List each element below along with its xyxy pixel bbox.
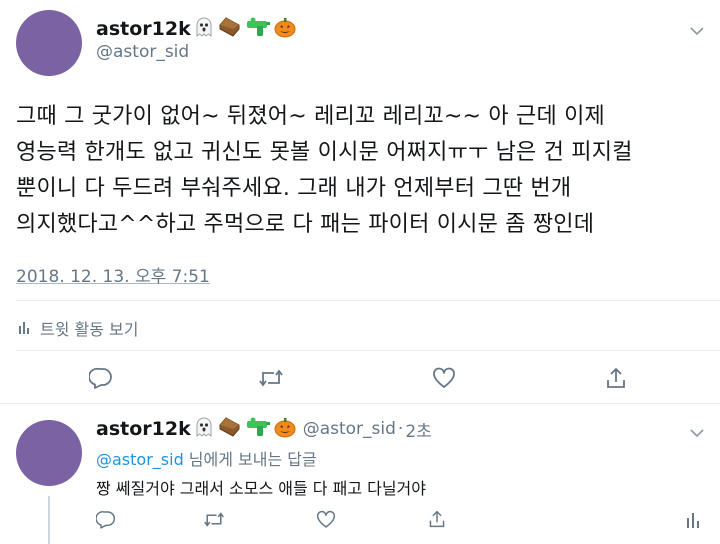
pumpkin-icon <box>273 16 297 42</box>
bar-chart-icon[interactable] <box>686 512 700 532</box>
reply-display-name: astor12k <box>96 418 191 440</box>
share-icon[interactable] <box>428 509 446 533</box>
ghost-icon <box>193 16 215 42</box>
activity-label: 트윗 활동 보기 <box>40 320 139 339</box>
coffin-icon <box>217 16 243 42</box>
ghost-icon <box>193 416 215 442</box>
reply-avatar[interactable] <box>16 420 82 486</box>
main-display-name: astor12k <box>96 18 191 40</box>
divider <box>0 403 720 404</box>
main-avatar[interactable] <box>16 10 82 76</box>
main-tweet-text: 그때 그 굿가이 없어~ 뒤졌어~ 레리꼬 레리꼬~~ 아 근데 이제 영능력 … <box>16 99 716 243</box>
thread-line <box>48 496 50 544</box>
water-gun-icon <box>245 416 271 442</box>
tweet-activity-link[interactable]: 트윗 활동 보기 <box>18 316 139 340</box>
main-handle[interactable]: @astor_sid <box>96 42 189 62</box>
reply-age[interactable]: 2초 <box>405 417 431 442</box>
replying-to-suffix: 님에게 보내는 답글 <box>183 450 317 469</box>
share-icon[interactable] <box>605 366 627 394</box>
water-gun-icon <box>245 16 271 42</box>
text-line: 의지했다고^^하고 주먹으로 다 패는 파이터 이시문 좀 짱인데 <box>16 212 595 237</box>
retweet-icon[interactable] <box>258 368 284 392</box>
tweet-timestamp[interactable]: 2018. 12. 13. 오후 7:51 <box>16 262 210 287</box>
reply-icon[interactable] <box>88 367 113 393</box>
pumpkin-icon <box>273 416 297 442</box>
like-icon[interactable] <box>316 510 336 533</box>
text-line: 영능력 한개도 없고 귀신도 못볼 이시문 어쩌지ㅠㅜ 남은 건 피지컬 <box>16 140 633 165</box>
retweet-icon[interactable] <box>203 511 225 532</box>
divider <box>16 350 720 351</box>
divider <box>16 300 720 301</box>
text-line: 그때 그 굿가이 없어~ 뒤졌어~ 레리꼬 레리꼬~~ 아 근데 이제 <box>16 104 605 129</box>
chevron-down-icon[interactable] <box>690 424 704 442</box>
reply-icon[interactable] <box>95 510 116 533</box>
reply-text: 짱 쎄질거야 그래서 소모스 애들 다 패고 다닐거야 <box>96 479 427 498</box>
like-icon[interactable] <box>432 367 456 393</box>
chevron-down-icon[interactable] <box>690 22 704 40</box>
bar-chart-icon <box>18 319 32 338</box>
replying-to: @astor_sid 님에게 보내는 답글 <box>96 446 317 470</box>
text-line: 뿐이니 다 두드려 부숴주세요. 그래 내가 언제부터 그딴 번개 <box>16 176 572 201</box>
replying-to-handle[interactable]: @astor_sid <box>96 450 184 469</box>
coffin-icon <box>217 416 243 442</box>
reply-handle[interactable]: @astor_sid <box>303 419 396 439</box>
separator-dot: · <box>397 419 404 439</box>
main-author[interactable]: astor12k <box>96 16 297 42</box>
reply-author[interactable]: astor12k @astor_sid · 2초 <box>96 416 432 442</box>
